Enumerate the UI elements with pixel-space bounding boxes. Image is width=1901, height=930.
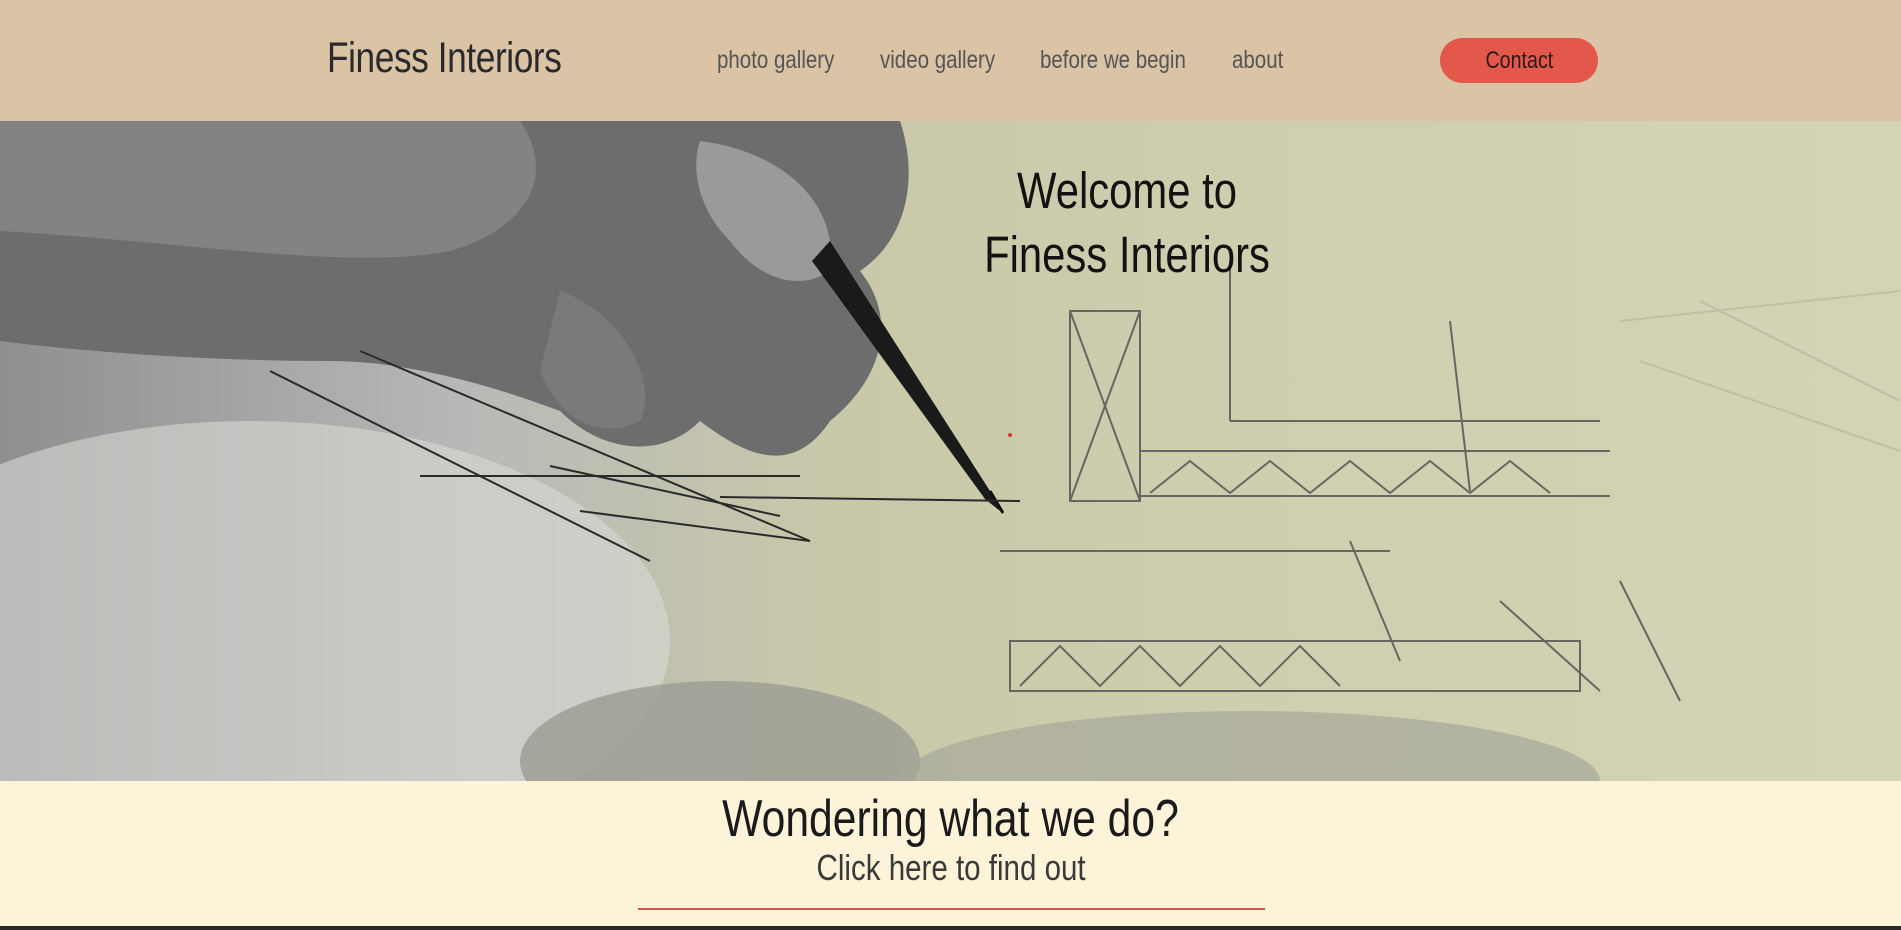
bottom-divider [0,926,1901,930]
find-out-link[interactable]: Click here to find out [638,847,1265,891]
nav-photo-gallery[interactable]: photo gallery [717,46,834,75]
site-logo[interactable]: Finess Interiors [327,34,562,83]
section-heading: Wondering what we do? [0,789,1901,849]
site-header: Finess Interiors photo gallery video gal… [0,0,1901,121]
hero-banner: Welcome to Finess Interiors [0,121,1901,781]
contact-button[interactable]: Contact [1440,38,1598,83]
services-teaser: Wondering what we do? Click here to find… [0,781,1901,930]
link-underline [638,908,1265,910]
find-out-link-text: Click here to find out [816,847,1087,888]
hero-title: Welcome to Finess Interiors [900,159,1354,287]
hero-title-line2: Finess Interiors [984,226,1270,283]
contact-button-label: Contact [1485,46,1553,74]
nav-about[interactable]: about [1232,46,1283,75]
section-heading-text: Wondering what we do? [722,790,1179,848]
hero-title-line1: Welcome to [1016,162,1238,219]
nav-video-gallery[interactable]: video gallery [880,46,995,75]
nav-before-we-begin[interactable]: before we begin [1040,46,1186,75]
